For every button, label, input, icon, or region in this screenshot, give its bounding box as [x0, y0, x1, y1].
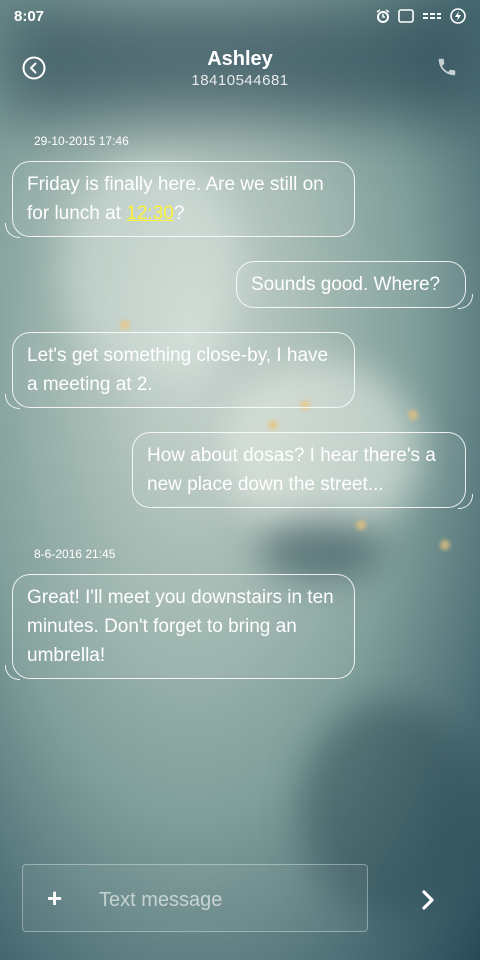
battery-charging-icon [450, 8, 466, 24]
background-petal [120, 320, 130, 330]
message-text: Let's get something close-by, I have a m… [27, 345, 329, 395]
message-timestamp: 29-10-2015 17:46 [34, 134, 129, 148]
alarm-icon [376, 9, 390, 23]
message-input[interactable] [97, 883, 351, 917]
message-text: Great! I'll meet you downstairs in ten m… [27, 587, 334, 666]
time-link[interactable]: 12:30 [126, 203, 174, 224]
message-text: How about dosas? I hear there's a new pl… [147, 445, 436, 495]
message-text: Sounds good. Where? [251, 274, 441, 295]
message-bubble-incoming[interactable]: Great! I'll meet you downstairs in ten m… [5, 574, 355, 680]
message-bubble-incoming[interactable]: Friday is finally here. Are we still on … [5, 161, 355, 238]
background-petal [408, 410, 418, 420]
message-bubble-outgoing[interactable]: How about dosas? I hear there's a new pl… [132, 432, 473, 509]
contact-name: Ashley [207, 48, 273, 70]
status-icons [376, 8, 466, 24]
message-text: ? [173, 203, 185, 224]
signal-icon [422, 10, 442, 22]
screen-icon [398, 9, 414, 23]
status-bar: 8:07 [0, 0, 480, 34]
message-composer: + [22, 864, 368, 932]
background-petal [268, 420, 278, 430]
message-bubble-outgoing[interactable]: Sounds good. Where? [236, 261, 473, 309]
conversation-header: Ashley 18410544681 [0, 44, 480, 104]
phone-icon[interactable] [436, 56, 458, 78]
attach-plus-button[interactable]: + [47, 885, 62, 911]
contact-number: 18410544681 [191, 72, 289, 89]
status-time: 8:07 [14, 8, 45, 25]
message-timestamp: 8-6-2016 21:45 [34, 547, 116, 561]
message-bubble-incoming[interactable]: Let's get something close-by, I have a m… [5, 332, 355, 409]
background-petal [440, 540, 450, 550]
send-chevron-right-icon[interactable] [414, 886, 442, 914]
background-petal [356, 520, 366, 530]
